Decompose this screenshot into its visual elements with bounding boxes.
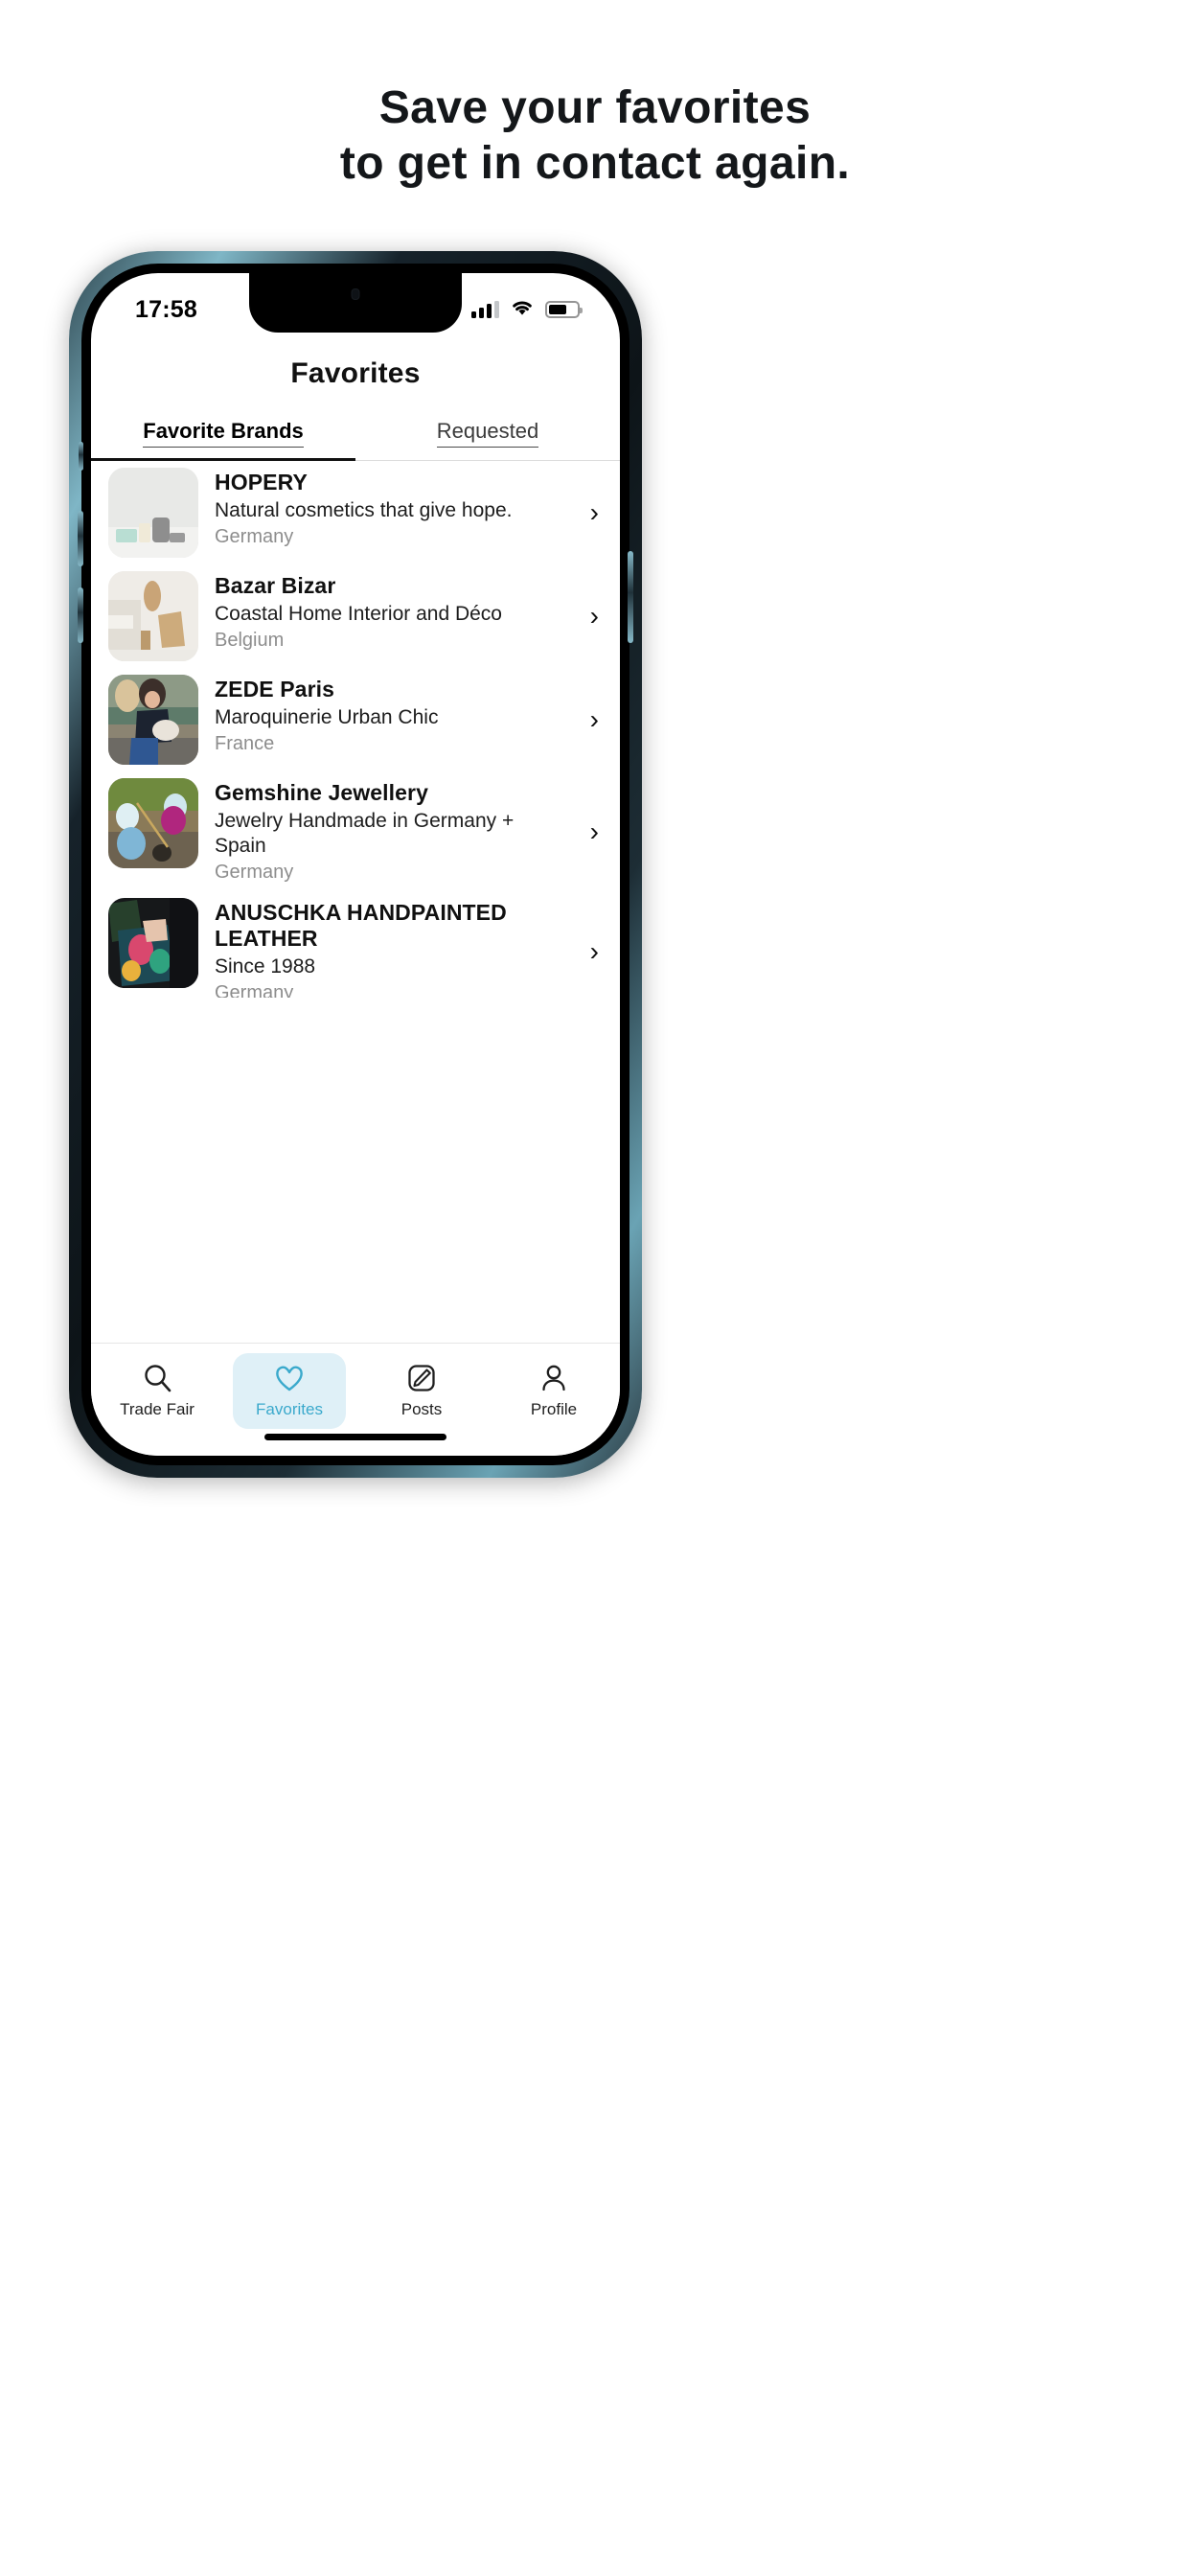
brand-info: Gemshine Jewellery Jewelry Handmade in G… (215, 778, 570, 885)
brand-country: France (215, 733, 275, 754)
person-icon (538, 1362, 570, 1394)
brand-name: Bazar Bizar (215, 573, 336, 598)
volume-down-button[interactable] (78, 587, 83, 643)
edit-square-icon (405, 1362, 438, 1394)
cellular-signal-icon (471, 301, 499, 318)
volume-up-button[interactable] (78, 511, 83, 566)
list-item[interactable]: ANUSCHKA HANDPAINTED LEATHER Since 1988 … (91, 891, 620, 998)
list-item[interactable]: ZEDE Paris Maroquinerie Urban Chic Franc… (91, 668, 620, 771)
promo-headline-line-2: to get in contact again. (339, 138, 851, 189)
chevron-right-icon[interactable]: › (586, 499, 599, 526)
power-button[interactable] (628, 551, 633, 643)
list-item[interactable]: HOPERY Natural cosmetics that give hope.… (91, 461, 620, 564)
chevron-right-icon[interactable]: › (586, 938, 599, 965)
brand-name: ANUSCHKA HANDPAINTED LEATHER (215, 900, 507, 951)
chevron-right-icon[interactable]: › (586, 603, 599, 630)
brand-name: ZEDE Paris (215, 677, 334, 702)
brand-thumbnail (108, 675, 198, 765)
brand-info: ZEDE Paris Maroquinerie Urban Chic Franc… (215, 675, 570, 756)
wifi-icon (510, 298, 535, 321)
tab-favorite-brands[interactable]: Favorite Brands (91, 419, 355, 461)
nav-item-posts[interactable]: Posts (365, 1353, 478, 1429)
brand-thumbnail (108, 898, 198, 988)
tab-favorite-brands-label: Favorite Brands (143, 419, 304, 448)
brand-description: Jewelry Handmade in Germany + Spain (215, 810, 515, 857)
silent-switch[interactable] (79, 442, 83, 471)
list-item[interactable]: Bazar Bizar Coastal Home Interior and Dé… (91, 564, 620, 668)
brand-country: Germany (215, 526, 294, 547)
nav-label-profile: Profile (530, 1400, 578, 1418)
brand-name: HOPERY (215, 470, 308, 494)
status-icons (471, 298, 583, 321)
home-indicator[interactable] (264, 1434, 446, 1440)
page-title: Favorites (290, 357, 421, 389)
brand-description: Natural cosmetics that give hope. (215, 499, 513, 521)
tab-requested[interactable]: Requested (355, 419, 620, 460)
status-bar: 17:58 (91, 273, 620, 333)
brand-info: HOPERY Natural cosmetics that give hope.… (215, 468, 570, 549)
status-clock: 17:58 (135, 295, 197, 323)
tab-requested-label: Requested (436, 419, 539, 448)
phone-mockup: 17:58 Favorites Favorite Brands Requeste… (69, 251, 642, 1478)
chevron-right-icon[interactable]: › (586, 817, 599, 845)
nav-item-favorites[interactable]: Favorites (233, 1353, 346, 1429)
nav-item-trade-fair[interactable]: Trade Fair (101, 1353, 214, 1429)
tab-bar: Favorite Brands Requested (91, 419, 620, 461)
brand-country: Germany (215, 862, 294, 883)
list-item[interactable]: Gemshine Jewellery Jewelry Handmade in G… (91, 771, 620, 891)
nav-label-posts: Posts (400, 1400, 443, 1418)
brand-description: Since 1988 (215, 955, 316, 978)
nav-item-profile[interactable]: Profile (497, 1353, 610, 1429)
phone-screen: 17:58 Favorites Favorite Brands Requeste… (91, 273, 620, 1456)
brand-info: ANUSCHKA HANDPAINTED LEATHER Since 1988 … (215, 898, 570, 998)
brand-thumbnail (108, 571, 198, 661)
search-icon (141, 1362, 173, 1394)
brand-country: Germany (215, 982, 294, 998)
chevron-right-icon[interactable]: › (586, 706, 599, 733)
brand-country: Belgium (215, 630, 285, 651)
brand-thumbnail (108, 778, 198, 868)
brand-description: Maroquinerie Urban Chic (215, 706, 439, 728)
heart-icon (273, 1362, 306, 1394)
brand-info: Bazar Bizar Coastal Home Interior and Dé… (215, 571, 570, 653)
phone-body: 17:58 Favorites Favorite Brands Requeste… (78, 264, 633, 1465)
brand-thumbnail (108, 468, 198, 558)
battery-icon (545, 301, 583, 318)
favorite-brands-list[interactable]: HOPERY Natural cosmetics that give hope.… (91, 461, 620, 998)
promo-headline: Save your favorites to get in contact ag… (0, 80, 1190, 192)
promo-headline-line-1: Save your favorites (378, 82, 812, 133)
nav-label-favorites: Favorites (256, 1400, 323, 1418)
nav-label-trade-fair: Trade Fair (120, 1400, 195, 1418)
brand-name: Gemshine Jewellery (215, 780, 428, 805)
brand-description: Coastal Home Interior and Déco (215, 603, 502, 625)
